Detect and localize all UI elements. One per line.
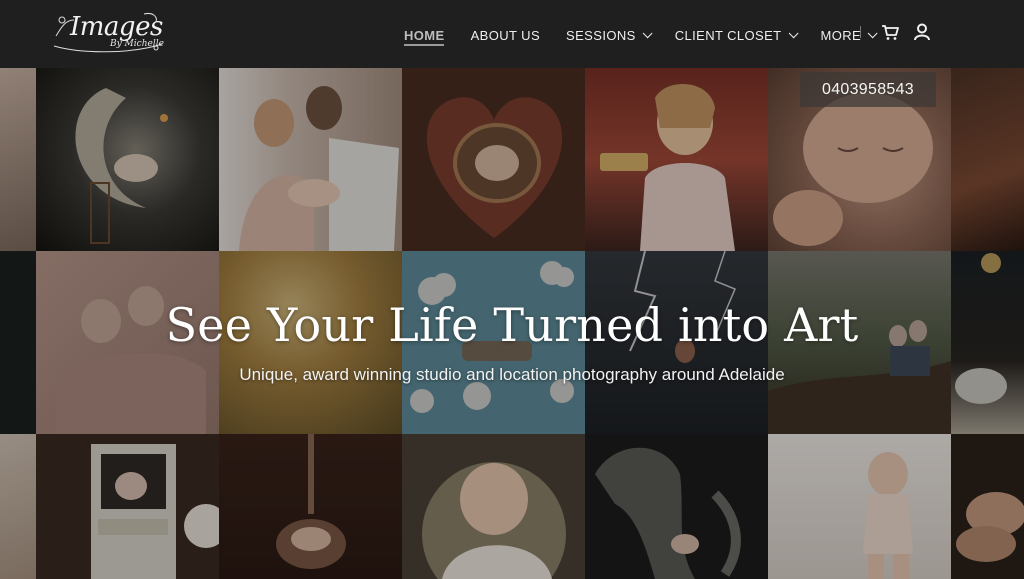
nav-about-label: ABOUT US: [470, 27, 541, 43]
nav-client-closet[interactable]: CLIENT CLOSET: [674, 27, 799, 43]
family-photo-icon: [239, 86, 399, 251]
site-logo[interactable]: Images By Michelle: [52, 6, 164, 56]
photo-tile: [585, 68, 768, 251]
nav-sessions[interactable]: SESSIONS: [566, 27, 653, 43]
heart-photo-icon: [426, 97, 563, 238]
baby-portrait-photo-icon: [422, 462, 566, 579]
photo-tile: [585, 434, 768, 579]
nav-divider: [860, 26, 861, 38]
photo-tile: [0, 434, 36, 579]
toddler-photo-icon: [863, 452, 913, 579]
photo-tile: [951, 68, 1024, 251]
phone-number-badge[interactable]: 0403958543: [800, 72, 936, 107]
nav-active-indicator: [404, 44, 444, 46]
photo-tile: [0, 68, 36, 251]
user-icon[interactable]: [912, 22, 932, 42]
elephant-photo-icon: [595, 447, 741, 579]
hero-subtitle: Unique, award winning studio and locatio…: [239, 365, 785, 384]
photo-tile: [36, 68, 219, 251]
main-nav: HOME ABOUT US SESSIONS CLIENT CLOSET MOR…: [404, 25, 900, 45]
photo-tile: [36, 434, 219, 579]
nav-about-us[interactable]: ABOUT US: [471, 28, 540, 43]
nav-more[interactable]: MORE: [820, 27, 878, 43]
chevron-down-icon: [867, 27, 878, 38]
carnival-photo-icon: [600, 84, 735, 251]
logo-text: Images: [70, 12, 163, 42]
moon-photo-icon: [75, 88, 168, 244]
hero-title: See Your Life Turned into Art: [165, 298, 859, 352]
nav-more-label: MORE: [820, 27, 862, 43]
nav-home-label: HOME: [404, 27, 445, 43]
photo-tile: [402, 68, 585, 251]
mouse-box-photo-icon: [91, 444, 219, 579]
nav-home[interactable]: HOME: [404, 28, 445, 43]
photo-tile: [219, 68, 402, 251]
cart-icon[interactable]: [880, 22, 900, 42]
nav-client-closet-label: CLIENT CLOSET: [674, 27, 782, 43]
site-header: Images By Michelle HOME ABOUT US SESSION…: [0, 0, 1024, 68]
hands-photo-icon: [956, 492, 1024, 562]
logo-subtext: By Michelle: [110, 39, 164, 49]
photo-tile: [219, 434, 402, 579]
hanging-baby-photo-icon: [276, 434, 346, 569]
photo-tile: [951, 434, 1024, 579]
chevron-down-icon: [642, 27, 653, 38]
chevron-down-icon: [788, 27, 799, 38]
photo-tile: [768, 434, 951, 579]
photo-tile: [402, 434, 585, 579]
nav-sessions-label: SESSIONS: [566, 27, 636, 43]
